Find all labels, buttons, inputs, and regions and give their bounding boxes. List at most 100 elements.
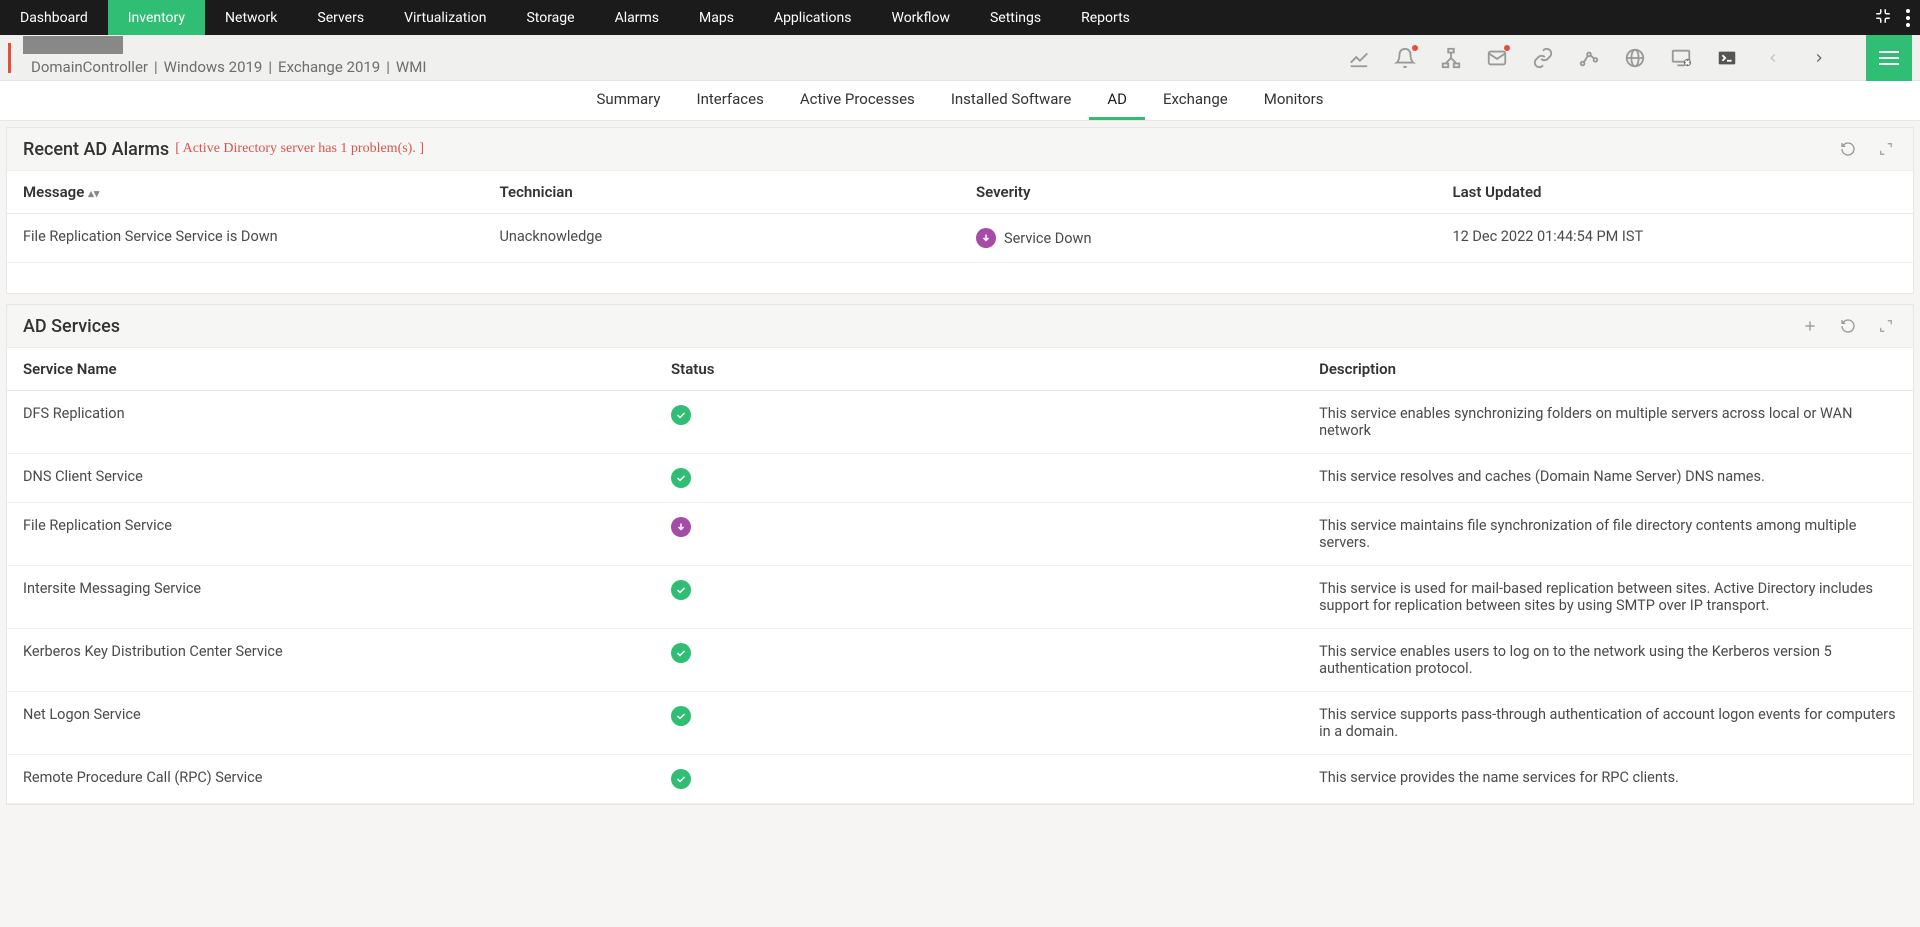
nav-item-virtualization[interactable]: Virtualization xyxy=(384,0,506,35)
globe-icon[interactable] xyxy=(1624,47,1646,69)
alarms-table: Message▴▾ Technician Severity Last Updat… xyxy=(7,171,1913,263)
cell-status xyxy=(655,692,1303,755)
device-name-redacted xyxy=(23,36,123,54)
table-row[interactable]: DFS Replication This service enables sync… xyxy=(7,391,1913,454)
cell-description: This service is used for mail-based repl… xyxy=(1303,566,1913,629)
cell-description: This service enables synchronizing folde… xyxy=(1303,391,1913,454)
context-bar: DomainController| Windows 2019| Exchange… xyxy=(0,35,1920,81)
nav-item-servers[interactable]: Servers xyxy=(297,0,384,35)
top-nav: DashboardInventoryNetworkServersVirtuali… xyxy=(0,0,1920,35)
nav-item-dashboard[interactable]: Dashboard xyxy=(0,0,108,35)
cell-status xyxy=(655,566,1303,629)
tab-ad[interactable]: AD xyxy=(1089,81,1145,120)
col-updated[interactable]: Last Updated xyxy=(1437,171,1914,214)
cell-message: File Replication Service Service is Down xyxy=(7,214,484,263)
nav-item-reports[interactable]: Reports xyxy=(1061,0,1150,35)
monitor-disabled-icon[interactable] xyxy=(1670,47,1692,69)
cell-service-name: DNS Client Service xyxy=(7,454,655,503)
tab-installed-software[interactable]: Installed Software xyxy=(933,81,1090,120)
terminal-icon[interactable] xyxy=(1716,47,1738,69)
recent-alarms-panel: Recent AD Alarms [ Active Directory serv… xyxy=(6,127,1914,294)
alarm-problem-note: [ Active Directory server has 1 problem(… xyxy=(175,141,424,157)
cell-description: This service provides the name services … xyxy=(1303,755,1913,804)
status-stripe xyxy=(8,43,11,73)
nav-item-alarms[interactable]: Alarms xyxy=(595,0,679,35)
cell-status xyxy=(655,454,1303,503)
cell-updated: 12 Dec 2022 01:44:54 PM IST xyxy=(1437,214,1914,263)
table-row[interactable]: Net Logon Service This service supports p… xyxy=(7,692,1913,755)
services-table: Service Name Status Description DFS Repl… xyxy=(7,348,1913,804)
col-service-name[interactable]: Service Name xyxy=(7,348,655,391)
tab-monitors[interactable]: Monitors xyxy=(1246,81,1342,120)
link-icon[interactable] xyxy=(1532,47,1554,69)
tab-summary[interactable]: Summary xyxy=(579,81,679,120)
tab-exchange[interactable]: Exchange xyxy=(1145,81,1246,120)
cell-severity: Service Down xyxy=(960,214,1437,263)
nav-item-inventory[interactable]: Inventory xyxy=(108,0,205,35)
table-row[interactable]: Intersite Messaging Service This service … xyxy=(7,566,1913,629)
table-row[interactable]: Kerberos Key Distribution Center Service… xyxy=(7,629,1913,692)
refresh-icon[interactable] xyxy=(1837,138,1859,160)
topnav-right xyxy=(1874,0,1920,35)
panel-title: Recent AD Alarms xyxy=(23,139,169,160)
cell-status xyxy=(655,391,1303,454)
status-ok-icon xyxy=(671,643,691,663)
cell-service-name: Remote Procedure Call (RPC) Service xyxy=(7,755,655,804)
cell-service-name: Net Logon Service xyxy=(7,692,655,755)
nav-item-workflow[interactable]: Workflow xyxy=(871,0,970,35)
add-icon[interactable] xyxy=(1799,315,1821,337)
cell-description: This service maintains file synchronizat… xyxy=(1303,503,1913,566)
cell-service-name: File Replication Service xyxy=(7,503,655,566)
ad-services-panel: AD Services Service Name Status Descript… xyxy=(6,304,1914,805)
expand-icon[interactable] xyxy=(1875,315,1897,337)
cell-status xyxy=(655,503,1303,566)
mail-icon[interactable] xyxy=(1486,47,1508,69)
more-menu-icon[interactable] xyxy=(1906,9,1910,27)
topnav-spacer xyxy=(1150,0,1874,35)
status-down-icon xyxy=(976,228,996,248)
status-ok-icon xyxy=(671,405,691,425)
nav-item-settings[interactable]: Settings xyxy=(970,0,1061,35)
cell-description: This service enables users to log on to … xyxy=(1303,629,1913,692)
status-ok-icon xyxy=(671,769,691,789)
col-technician[interactable]: Technician xyxy=(484,171,961,214)
alarm-bell-icon[interactable] xyxy=(1394,47,1416,69)
breadcrumb-part: Windows 2019 xyxy=(164,58,263,76)
nav-item-network[interactable]: Network xyxy=(205,0,297,35)
refresh-icon[interactable] xyxy=(1837,315,1859,337)
cell-technician: Unacknowledge xyxy=(484,214,961,263)
table-row[interactable]: DNS Client Service This service resolves … xyxy=(7,454,1913,503)
compress-icon[interactable] xyxy=(1874,7,1892,29)
status-ok-icon xyxy=(671,580,691,600)
hamburger-menu[interactable] xyxy=(1866,35,1912,81)
sort-indicator-icon: ▴▾ xyxy=(88,187,99,200)
cell-description: This service supports pass-through authe… xyxy=(1303,692,1913,755)
nav-item-applications[interactable]: Applications xyxy=(754,0,872,35)
table-row[interactable]: Remote Procedure Call (RPC) Service This … xyxy=(7,755,1913,804)
status-down-icon xyxy=(671,517,691,537)
table-row[interactable]: File Replication Service Service is Down… xyxy=(7,214,1913,263)
breadcrumb-part: DomainController xyxy=(31,58,148,76)
breadcrumb: DomainController| Windows 2019| Exchange… xyxy=(19,54,438,80)
table-row[interactable]: File Replication Service This service mai… xyxy=(7,503,1913,566)
col-message[interactable]: Message▴▾ xyxy=(7,171,484,214)
nav-item-maps[interactable]: Maps xyxy=(679,0,754,35)
context-toolbar xyxy=(1348,35,1912,81)
tab-interfaces[interactable]: Interfaces xyxy=(678,81,781,120)
breadcrumb-part: WMI xyxy=(396,58,426,76)
col-severity[interactable]: Severity xyxy=(960,171,1437,214)
breadcrumb-part: Exchange 2019 xyxy=(278,58,380,76)
topology-icon[interactable] xyxy=(1440,47,1462,69)
expand-icon[interactable] xyxy=(1875,138,1897,160)
cell-description: This service resolves and caches (Domain… xyxy=(1303,454,1913,503)
nav-item-storage[interactable]: Storage xyxy=(506,0,594,35)
col-status[interactable]: Status xyxy=(655,348,1303,391)
col-description[interactable]: Description xyxy=(1303,348,1913,391)
tab-active-processes[interactable]: Active Processes xyxy=(782,81,933,120)
graph-icon[interactable] xyxy=(1578,47,1600,69)
chart-icon[interactable] xyxy=(1348,47,1370,69)
prev-arrow-icon[interactable] xyxy=(1762,47,1784,69)
next-arrow-icon[interactable] xyxy=(1808,47,1830,69)
cell-service-name: Intersite Messaging Service xyxy=(7,566,655,629)
cell-service-name: DFS Replication xyxy=(7,391,655,454)
